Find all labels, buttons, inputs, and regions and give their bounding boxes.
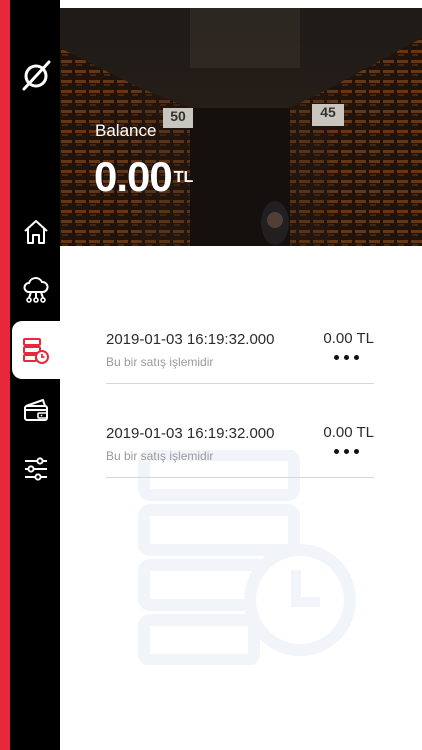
dot: [354, 355, 359, 360]
nav-item-cloud[interactable]: [12, 268, 60, 312]
accent-bar: [0, 0, 10, 750]
wallet-cards-icon: [24, 399, 48, 421]
transaction-date: 2019-01-03 16:19:32.000: [106, 425, 275, 442]
nav-item-wallet[interactable]: [12, 388, 60, 432]
transaction-amount: 0.00 TL: [323, 424, 374, 441]
dot: [344, 355, 349, 360]
transactions-watermark-icon: [138, 450, 356, 665]
transactions-history-icon: [23, 338, 49, 364]
status-strip: [60, 0, 422, 8]
transaction-description: Bu bir satış işlemidir: [106, 449, 214, 463]
dot: [334, 449, 339, 454]
balance-amount: 0.00 TL: [94, 156, 193, 198]
app-logo-icon[interactable]: [18, 58, 54, 94]
transaction-row[interactable]: 2019-01-03 16:19:32.000 0.00 TL Bu bir s…: [106, 330, 374, 384]
aisle-sign: 45: [312, 104, 344, 126]
nav-item-transactions[interactable]: [12, 329, 60, 373]
balance-label: Balance: [95, 121, 157, 140]
dot: [354, 449, 359, 454]
dot: [334, 355, 339, 360]
balance-currency: TL: [173, 169, 194, 186]
dot: [344, 449, 349, 454]
more-options-button[interactable]: [334, 351, 360, 363]
transaction-amount: 0.00 TL: [323, 330, 374, 347]
nav-item-home[interactable]: [12, 210, 60, 254]
transaction-description: Bu bir satış işlemidir: [106, 355, 214, 369]
settings-sliders-icon: [25, 457, 47, 481]
aisle-sign: 50: [163, 108, 193, 128]
nav-item-settings[interactable]: [12, 447, 60, 491]
transaction-date: 2019-01-03 16:19:32.000: [106, 331, 275, 348]
home-icon: [24, 220, 48, 244]
transaction-row[interactable]: 2019-01-03 16:19:32.000 0.00 TL Bu bir s…: [106, 424, 374, 478]
balance-hero: 50 45 Balance 0.00 TL: [60, 8, 422, 246]
balance-amount-value: 0.00: [94, 153, 173, 200]
more-options-button[interactable]: [334, 445, 360, 457]
cloud-network-icon: [23, 277, 49, 303]
